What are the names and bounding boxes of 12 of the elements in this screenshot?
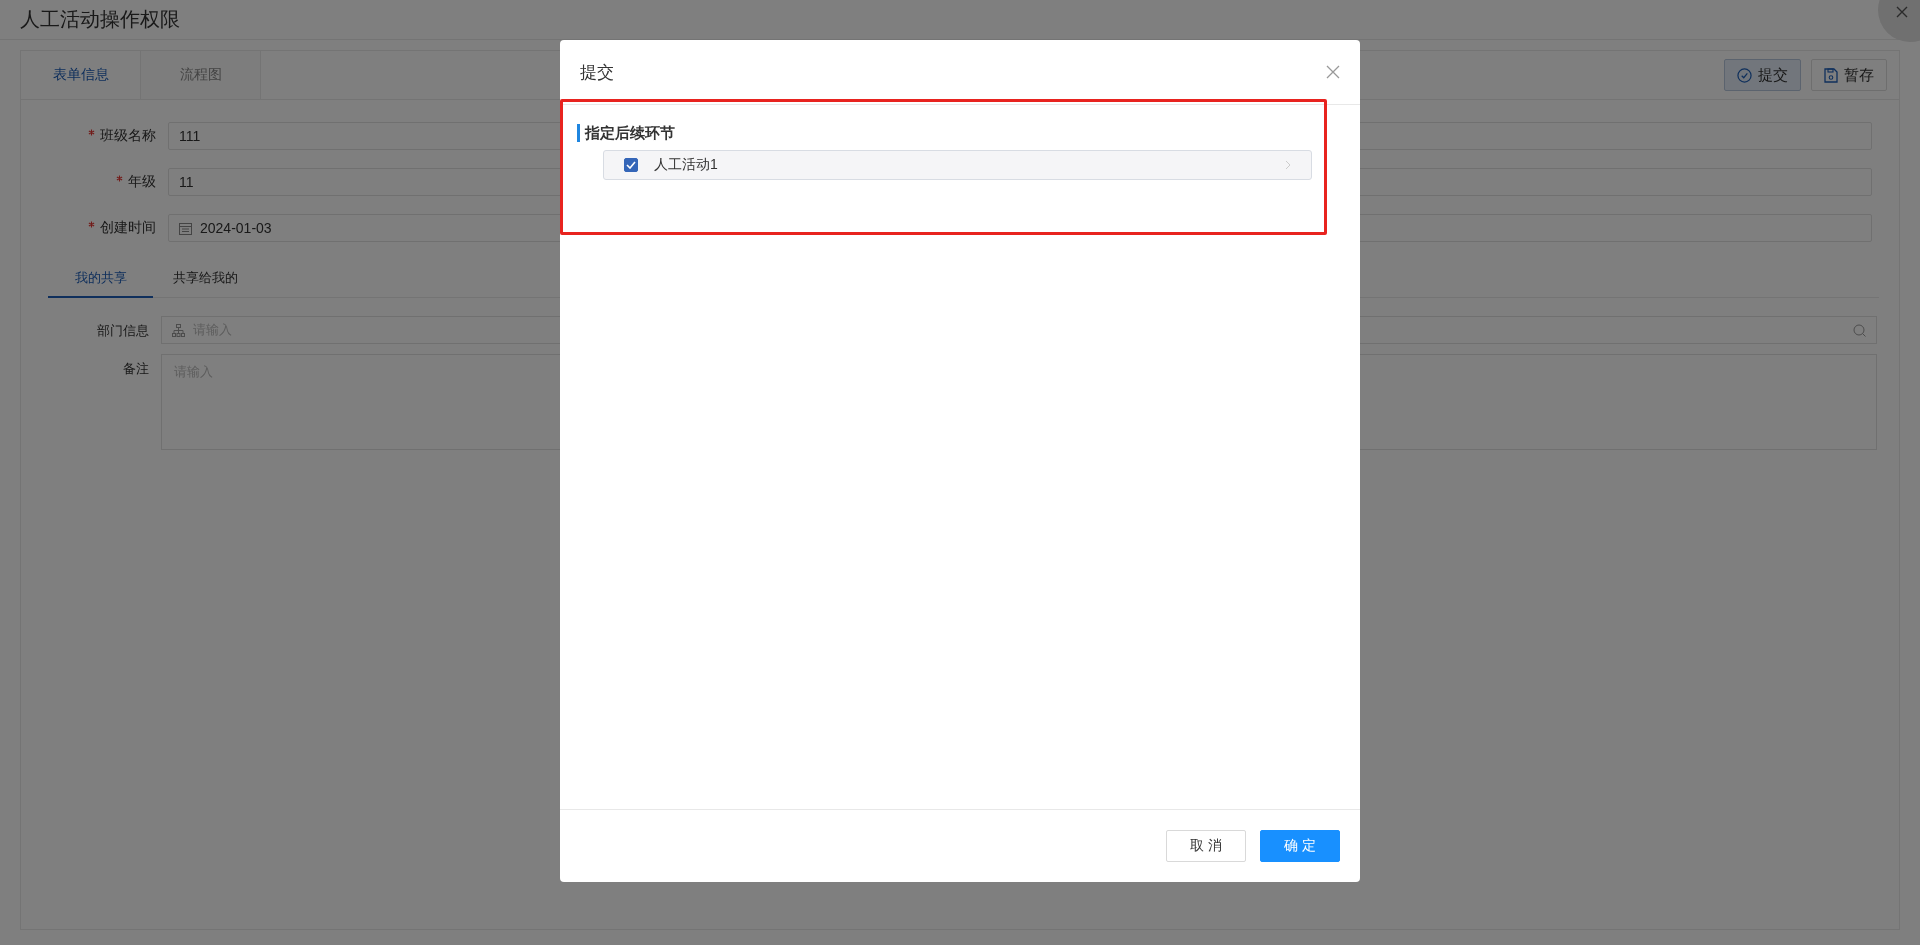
dialog-title: 提交 xyxy=(580,61,615,84)
field-label: 部门信息 xyxy=(96,322,149,340)
field-label: 班级名称 xyxy=(21,127,156,145)
field-value: 2024-01-03 xyxy=(200,220,272,236)
section-title: 指定后续环节 xyxy=(577,124,1324,142)
field-label: 年级 xyxy=(21,173,156,191)
page-title: 人工活动操作权限 xyxy=(20,7,180,32)
field-value: 111 xyxy=(179,128,201,144)
field-label: 创建时间 xyxy=(21,219,156,237)
option-label: 人工活动1 xyxy=(654,156,719,174)
field-label: 备注 xyxy=(122,360,149,378)
field-value: 11 xyxy=(179,174,194,190)
